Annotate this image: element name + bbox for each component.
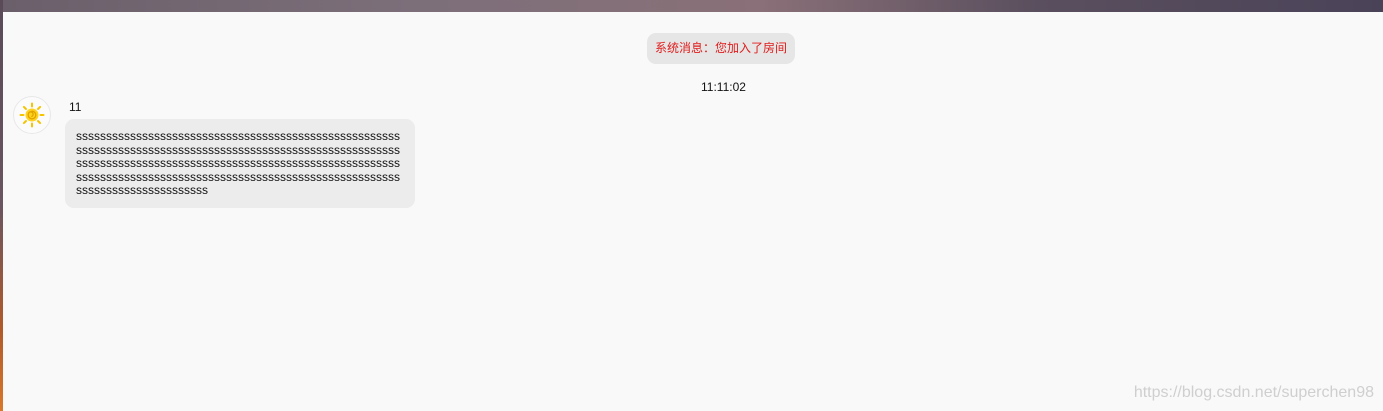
system-message: 系统消息：您加入了房间 — [647, 33, 796, 64]
message-timestamp: 11:11:02 — [701, 80, 746, 94]
avatar[interactable] — [13, 96, 51, 134]
sun-icon — [19, 102, 45, 128]
message-text: ssssssssssssssssssssssssssssssssssssssss… — [76, 129, 400, 197]
watermark: https://blog.csdn.net/superchen98 — [1133, 384, 1374, 401]
chat-panel: 系统消息：您加入了房间 11:11:02 11 ssssssssssssssss… — [3, 12, 1383, 411]
sender-name: 11 — [69, 100, 82, 114]
message-bubble[interactable]: ssssssssssssssssssssssssssssssssssssssss… — [65, 119, 415, 208]
system-message-text: 系统消息：您加入了房间 — [655, 41, 788, 55]
